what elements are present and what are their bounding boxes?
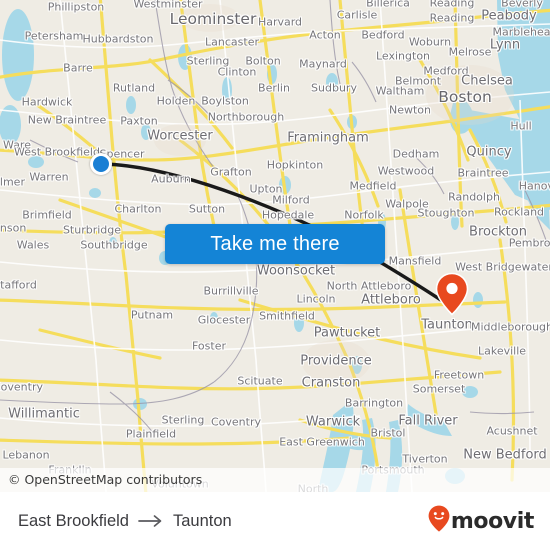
moovit-pin-icon: [428, 505, 450, 537]
moovit-route-preview: Phillipston Westminster Leominster Harvard B…: [0, 0, 550, 550]
origin-marker[interactable]: [90, 153, 112, 175]
arrow-right-icon: [138, 514, 164, 528]
footer-bar: East Brookfield Taunton moovit: [0, 492, 550, 550]
map-viewport[interactable]: Phillipston Westminster Leominster Harvard B…: [0, 0, 550, 492]
moovit-wordmark: moovit: [450, 508, 535, 534]
footer-destination-label: Taunton: [172, 511, 232, 530]
osm-attribution[interactable]: © OpenStreetMap contributors: [0, 468, 550, 492]
take-me-there-button[interactable]: Take me there: [165, 224, 385, 264]
route-summary: East Brookfield Taunton: [18, 512, 232, 531]
destination-marker[interactable]: [435, 272, 469, 316]
footer-origin-label: East Brookfield: [18, 511, 129, 530]
moovit-logo[interactable]: moovit: [428, 505, 534, 537]
